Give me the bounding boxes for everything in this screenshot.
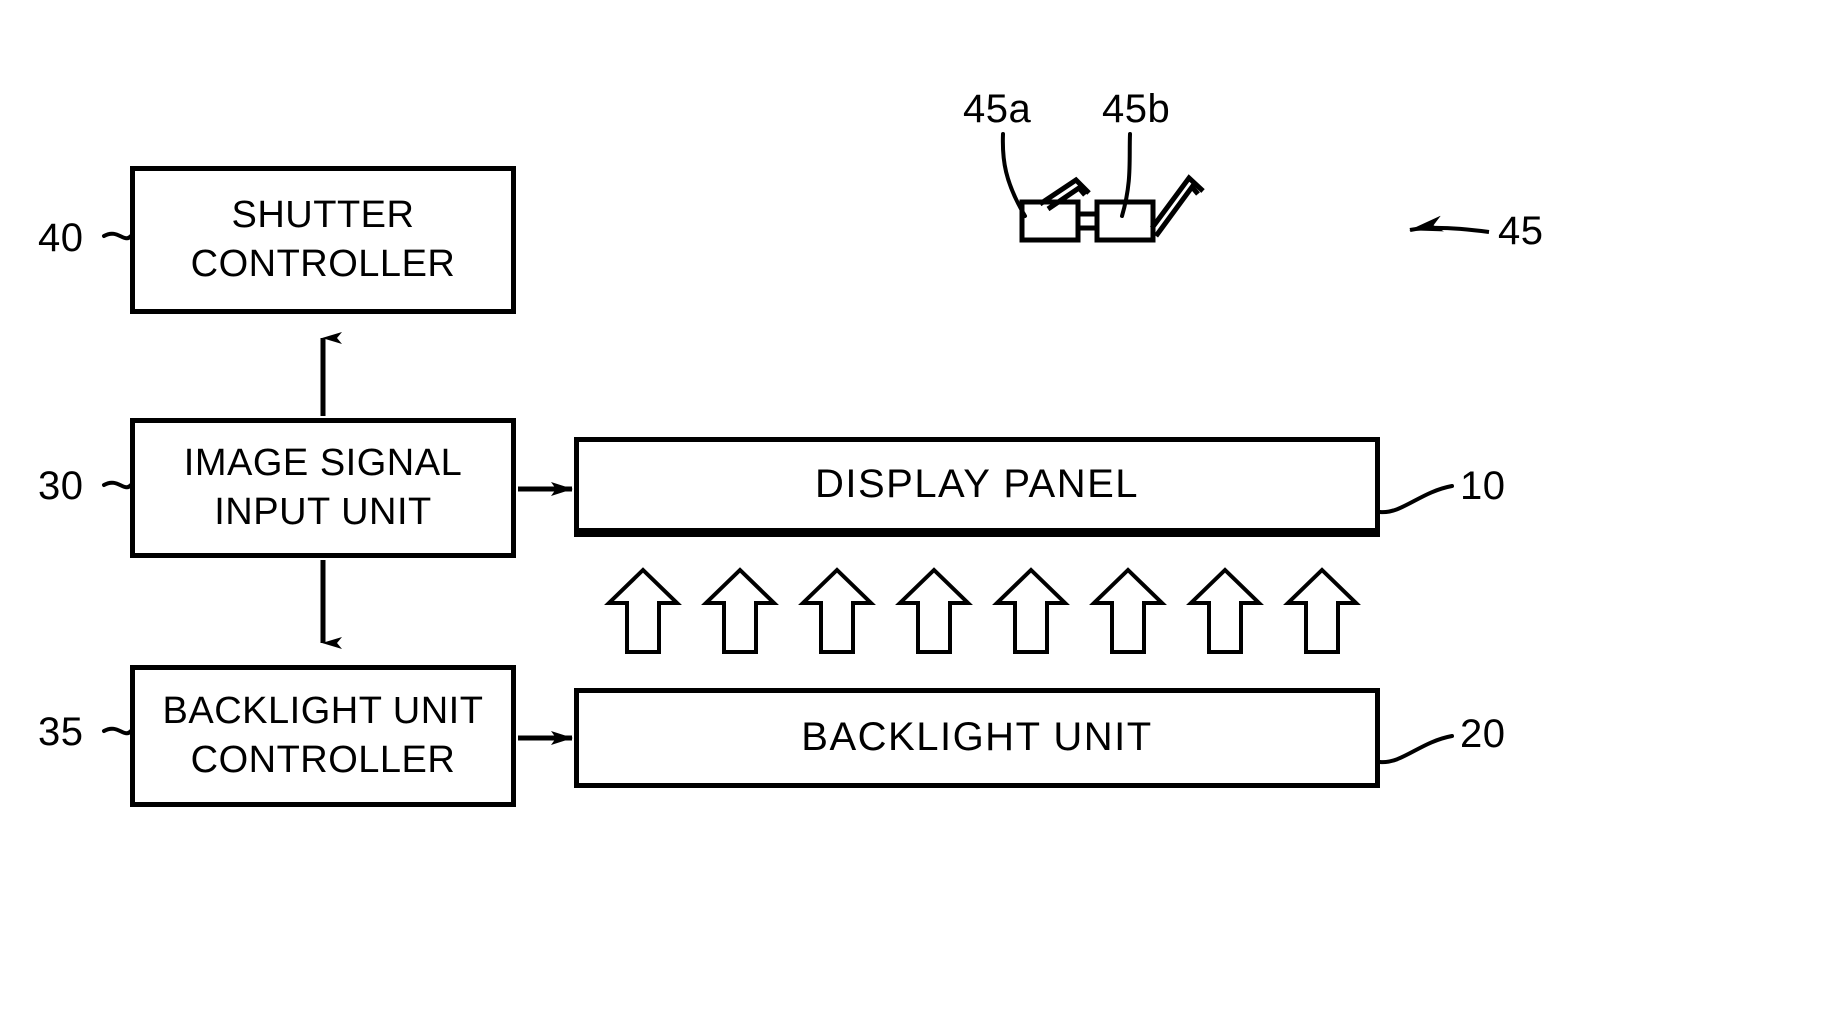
ref-numeral-right-shutter: 45b bbox=[1102, 87, 1171, 131]
ref-numeral-left-shutter: 45a bbox=[963, 87, 1032, 131]
ref-numeral-backlight-unit: 20 bbox=[1460, 712, 1506, 756]
ref-numeral-shutter-glasses: 45 bbox=[1498, 209, 1544, 253]
ref-numeral-shutter-controller: 40 bbox=[38, 216, 84, 260]
leader-45 bbox=[1409, 215, 1490, 234]
diagram-vector-layer bbox=[102, 132, 1490, 765]
light-arrow-5 bbox=[992, 567, 1070, 654]
leader-35 bbox=[102, 726, 133, 736]
light-arrow-8 bbox=[1283, 567, 1361, 654]
shutter-glasses bbox=[1019, 174, 1205, 243]
ref-numeral-image-signal-input-unit: 30 bbox=[38, 464, 84, 508]
ref-numeral-backlight-unit-controller: 35 bbox=[38, 710, 84, 754]
light-arrow-6 bbox=[1089, 567, 1167, 654]
backlight-emission-arrows bbox=[604, 567, 1361, 654]
leader-40 bbox=[102, 231, 133, 241]
light-arrow-4 bbox=[895, 567, 973, 654]
leader-10 bbox=[1378, 484, 1454, 515]
light-arrow-3 bbox=[798, 567, 876, 654]
light-arrow-7 bbox=[1186, 567, 1264, 654]
patent-figure: SHUTTER CONTROLLER IMAGE SIGNAL INPUT UN… bbox=[0, 0, 1822, 1009]
reference-leader-lines bbox=[102, 132, 1454, 765]
light-arrow-2 bbox=[701, 567, 779, 654]
ref-numeral-display-panel: 10 bbox=[1460, 464, 1506, 508]
light-arrow-1 bbox=[604, 567, 682, 654]
leader-30 bbox=[102, 480, 133, 490]
shutter-bridge bbox=[1075, 211, 1100, 231]
leader-20 bbox=[1378, 734, 1454, 765]
